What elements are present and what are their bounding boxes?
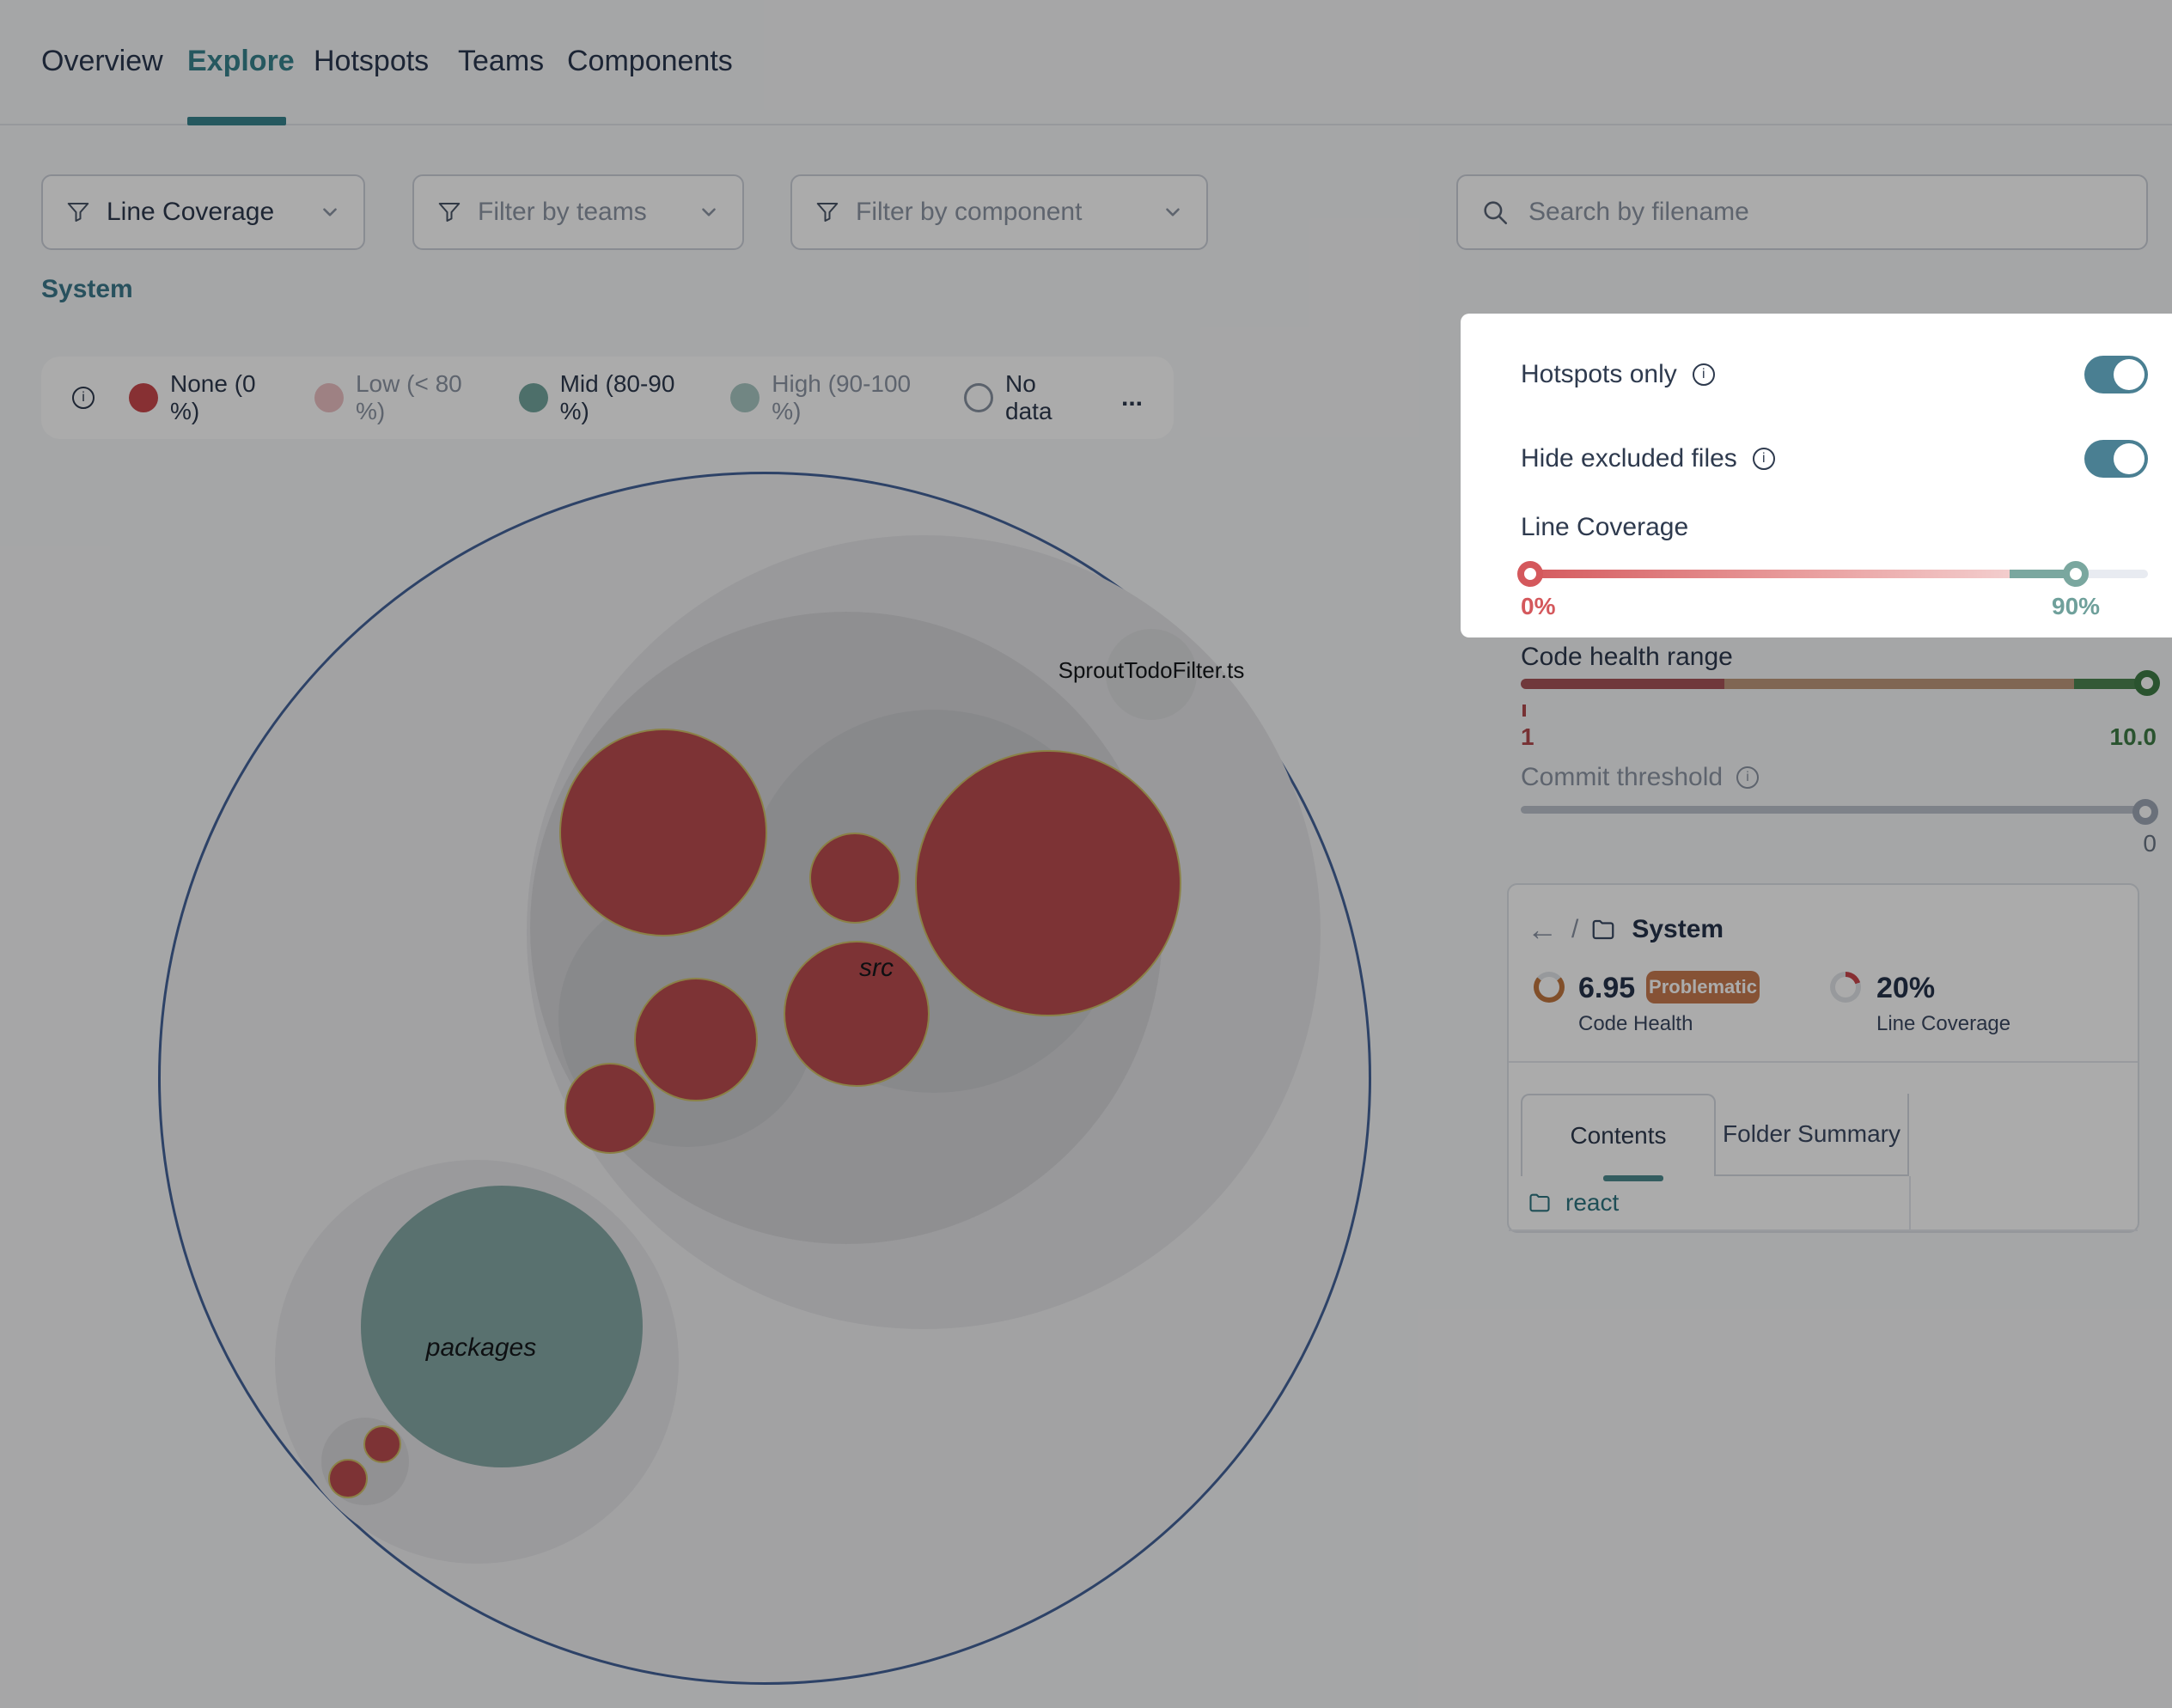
- codescene-explore-page: Overview Explore Hotspots Teams Componen…: [0, 0, 2172, 1708]
- toggle-knob: [2114, 443, 2145, 474]
- hide-excluded-toggle[interactable]: [2084, 440, 2148, 478]
- slider-red-segment: [1521, 570, 2010, 578]
- line-coverage-max-handle[interactable]: [2063, 561, 2089, 587]
- hotspots-only-label: Hotspots only: [1521, 360, 1677, 389]
- line-coverage-min-value: 0%: [1521, 593, 1555, 620]
- info-icon[interactable]: i: [1693, 363, 1715, 386]
- line-coverage-slider[interactable]: [1521, 561, 2148, 587]
- hotspots-only-row: Hotspots only i: [1521, 355, 2148, 394]
- hotspots-only-toggle[interactable]: [2084, 356, 2148, 393]
- line-coverage-min-handle[interactable]: [1517, 561, 1543, 587]
- info-icon[interactable]: i: [1753, 448, 1775, 470]
- line-coverage-max-value: 90%: [2041, 593, 2110, 620]
- toggle-knob: [2114, 359, 2145, 390]
- filters-spotlight-panel: Hotspots only i Hide excluded files i Li…: [1461, 314, 2172, 637]
- dim-overlay: [0, 0, 2172, 1708]
- hide-excluded-row: Hide excluded files i: [1521, 439, 2148, 479]
- hide-excluded-label: Hide excluded files: [1521, 444, 1737, 473]
- line-coverage-slider-label: Line Coverage: [1521, 513, 1688, 542]
